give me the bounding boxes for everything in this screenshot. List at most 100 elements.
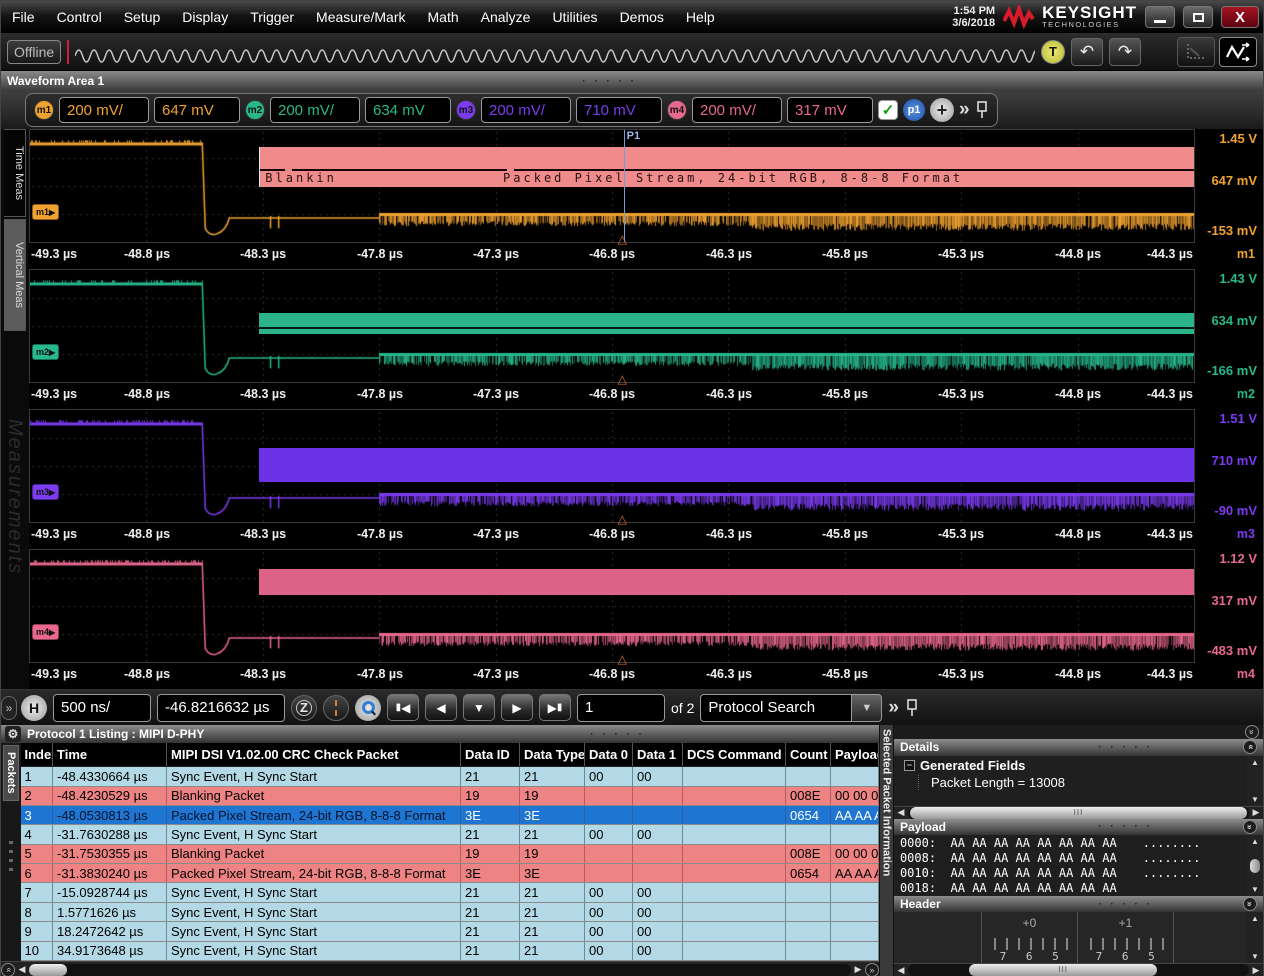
trigger-indicator[interactable]: T	[1041, 40, 1065, 64]
col-packet[interactable]: MIPI DSI V1.02.00 CRC Check Packet	[167, 743, 461, 767]
titlebar-grip-dots[interactable]: · · · · ·	[1098, 899, 1153, 910]
nav-pin-icon[interactable]	[905, 699, 919, 717]
nav-more-chevron[interactable]: »	[888, 697, 899, 719]
menu-math[interactable]: Math	[417, 2, 470, 32]
scroll-left-arrow[interactable]: ◀	[894, 807, 908, 818]
tab-time-meas[interactable]: Time Meas	[4, 129, 26, 217]
table-row[interactable]: 6-31.3830240 µsPacked Pixel Stream, 24-b…	[21, 864, 879, 883]
channel-badge-m3[interactable]: m3	[456, 100, 476, 120]
collapse-payload-chevron[interactable]: »	[1243, 820, 1257, 834]
collapse-left-chevron[interactable]: »	[1, 963, 15, 976]
nav-next-button[interactable]: ▶	[501, 694, 533, 721]
channel-handle-m1[interactable]: m1▶	[32, 204, 59, 220]
details-vertical-scrollbar[interactable]: ▲▼	[1247, 756, 1263, 806]
channel-handle-m3[interactable]: m3▶	[32, 484, 59, 500]
titlebar-grip-dots[interactable]: · · · · ·	[1098, 821, 1153, 832]
table-row[interactable]: 918.2472642 µsSync Event, H Sync Start21…	[21, 922, 879, 941]
header-vertical-scrollbar[interactable]: ▲▼	[1247, 912, 1263, 962]
time-reference-button[interactable]	[323, 695, 349, 721]
menu-utilities[interactable]: Utilities	[541, 2, 608, 32]
collapse-header-chevron[interactable]: »	[1243, 897, 1257, 911]
close-button[interactable]: X	[1221, 6, 1259, 28]
col-index[interactable]: Index	[21, 743, 53, 767]
channel-handle-m4[interactable]: m4▶	[32, 624, 59, 640]
redo-button[interactable]: ↷	[1109, 38, 1141, 66]
channel-handle-m2[interactable]: m2▶	[32, 344, 59, 360]
horizontal-settings-button[interactable]: H	[21, 695, 47, 721]
scroll-left-arrow[interactable]: ◀	[894, 965, 908, 976]
drag-grip-dots[interactable]	[9, 841, 13, 877]
waveform-plot-m3[interactable]: △ m3▶	[29, 409, 1195, 523]
table-row[interactable]: 1034.9173648 µsSync Event, H Sync Start2…	[21, 941, 879, 960]
table-row[interactable]: 1-48.4330664 µsSync Event, H Sync Start2…	[21, 767, 879, 786]
m1-offset-field[interactable]: 647 mV	[154, 97, 240, 123]
gear-icon[interactable]: ⚙	[5, 726, 21, 742]
inspector-horizontal-scrollbar[interactable]: ◀ III ▶	[894, 963, 1263, 976]
offline-button[interactable]: Offline	[7, 40, 61, 64]
channel-badge-m1[interactable]: m1	[34, 100, 54, 120]
timebase-position-field[interactable]: -46.8216632 µs	[157, 694, 285, 722]
menu-demos[interactable]: Demos	[609, 2, 675, 32]
expand-left-panel-button[interactable]: »	[1, 696, 17, 720]
collapse-details-chevron[interactable]: »	[1243, 740, 1257, 754]
menu-file[interactable]: File	[1, 2, 46, 32]
collapse-panel-chevron[interactable]: »	[1245, 725, 1259, 739]
col-count[interactable]: Count	[786, 743, 831, 767]
col-data0[interactable]: Data 0	[585, 743, 633, 767]
p1-visible-checkbox[interactable]: ✓	[878, 100, 898, 120]
table-row[interactable]: 7-15.0928744 µsSync Event, H Sync Start2…	[21, 883, 879, 902]
payload-vertical-scrollbar[interactable]: ▲▼	[1247, 835, 1263, 896]
col-data-id[interactable]: Data ID	[461, 743, 520, 767]
titlebar-grip-dots[interactable]: · · · · ·	[1098, 742, 1153, 753]
channel-badge-m2[interactable]: m2	[245, 100, 265, 120]
scroll-right-arrow[interactable]: ▶	[1249, 965, 1263, 976]
nav-stop-button[interactable]: ▼	[463, 694, 495, 721]
selected-packet-info-tab[interactable]: Selected Packet Information	[879, 725, 894, 976]
maximize-button[interactable]	[1183, 6, 1213, 28]
timebase-scale-field[interactable]: 500 ns/	[53, 694, 151, 722]
nav-prev-button[interactable]: ◀	[425, 694, 457, 721]
table-row[interactable]: 5-31.7530355 µsBlanking Packet1919008E00…	[21, 844, 879, 863]
nav-first-button[interactable]: ▮◀	[387, 694, 419, 721]
scroll-left-arrow[interactable]: ◀	[15, 964, 29, 975]
m4-scale-field[interactable]: 200 mV/	[692, 97, 782, 123]
menu-trigger[interactable]: Trigger	[239, 2, 305, 32]
col-data1[interactable]: Data 1	[633, 743, 683, 767]
expand-right-chevron[interactable]: »	[865, 963, 879, 976]
titlebar-grip-dots[interactable]: · · · · ·	[590, 729, 645, 740]
channel-badge-m4[interactable]: m4	[667, 100, 687, 120]
table-row[interactable]: 4-31.7630288 µsSync Event, H Sync Start2…	[21, 825, 879, 844]
waveform-plot-m2[interactable]: △ m2▶	[29, 269, 1195, 383]
menu-control[interactable]: Control	[46, 2, 113, 32]
col-time[interactable]: Time	[53, 743, 167, 767]
p1-cursor-line[interactable]	[624, 130, 625, 242]
waveform-plot-m4[interactable]: △ m4▶	[29, 549, 1195, 663]
scroll-right-arrow[interactable]: ▶	[851, 964, 865, 975]
menu-help[interactable]: Help	[675, 2, 726, 32]
undo-button[interactable]: ↶	[1071, 38, 1103, 66]
m3-offset-field[interactable]: 710 mV	[576, 97, 662, 123]
p1-badge[interactable]: p1	[903, 99, 925, 121]
details-horizontal-scrollbar[interactable]: ◀ III ▶	[894, 806, 1263, 819]
tab-vertical-meas[interactable]: Vertical Meas	[4, 219, 26, 331]
tree-collapse-icon[interactable]: −	[904, 760, 915, 771]
col-payload[interactable]: Payload	[831, 743, 879, 767]
waveform-plot-m1[interactable]: Blankin Packed Pixel Stream, 24-bit RGB,…	[29, 129, 1195, 243]
menu-measure-mark[interactable]: Measure/Mark	[305, 2, 416, 32]
m1-scale-field[interactable]: 200 mV/	[59, 97, 149, 123]
zoom-search-button[interactable]	[355, 695, 381, 721]
table-horizontal-scrollbar[interactable]: » ◀ ▶ »	[1, 961, 879, 976]
grid-display-icon-button[interactable]	[1177, 37, 1215, 67]
nav-last-button[interactable]: ▶▮	[539, 694, 571, 721]
zoom-reset-button[interactable]: Z	[291, 695, 317, 721]
minimize-button[interactable]	[1145, 6, 1175, 28]
pin-icon[interactable]	[975, 101, 989, 119]
more-chevron-button[interactable]: »	[959, 99, 970, 121]
waveform-display-icon-button[interactable]	[1219, 37, 1257, 67]
add-measurement-button[interactable]: +	[930, 98, 954, 122]
menu-analyze[interactable]: Analyze	[470, 2, 542, 32]
titlebar-grip-dots[interactable]: · · · · ·	[582, 76, 637, 87]
m4-offset-field[interactable]: 317 mV	[787, 97, 873, 123]
col-dcs-command[interactable]: DCS Command	[683, 743, 786, 767]
m2-scale-field[interactable]: 200 mV/	[270, 97, 360, 123]
